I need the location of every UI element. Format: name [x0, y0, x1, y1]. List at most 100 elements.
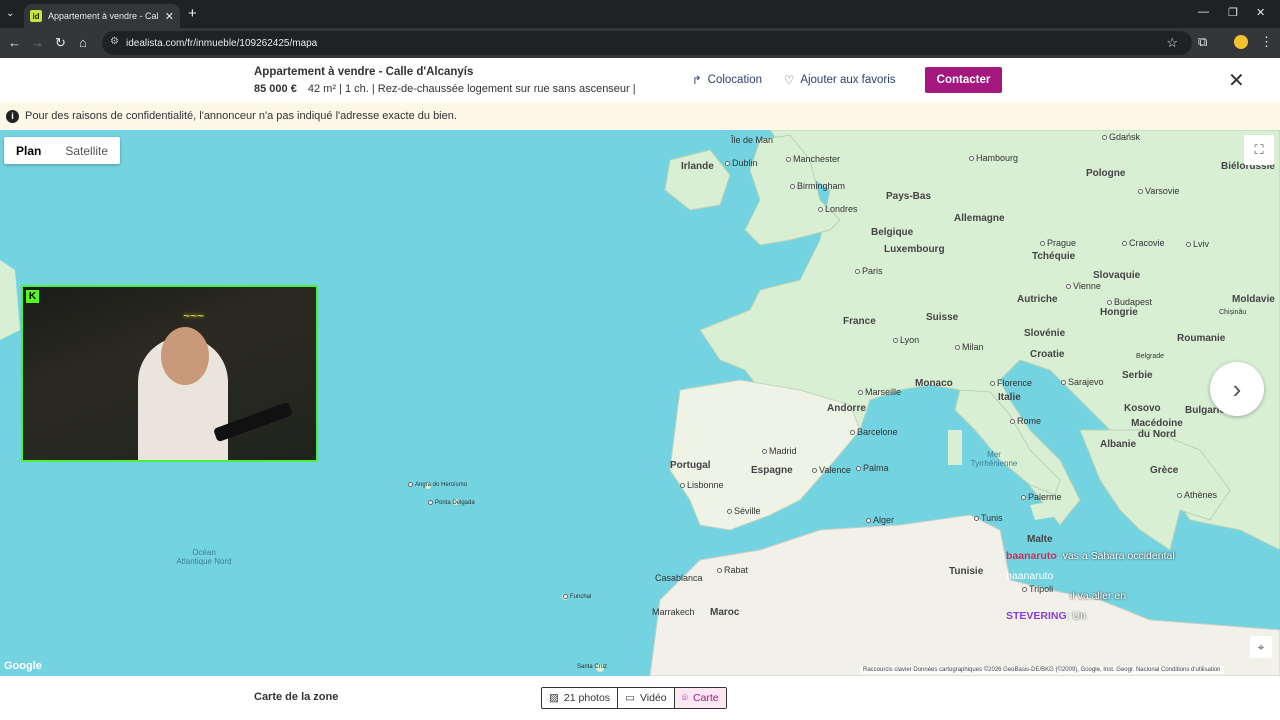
map-label: Grèce: [1150, 465, 1179, 476]
url-text: idealista.com/fr/inmueble/109262425/mapa: [126, 37, 318, 49]
info-icon: i: [6, 109, 19, 123]
map-label: Varsovie: [1138, 186, 1179, 196]
browser-tab-strip: ⌄ id Appartement à vendre - Calle d ✕ + …: [0, 0, 1280, 28]
google-logo: Google: [4, 660, 42, 672]
forward-icon[interactable]: →: [31, 35, 44, 50]
map-label: Chișinău: [1219, 309, 1247, 316]
video-button[interactable]: ▭ Vidéo: [618, 688, 675, 708]
map-label: Macédoine du Nord: [1131, 418, 1183, 440]
recenter-icon[interactable]: ⌖: [1250, 636, 1272, 658]
video-icon: ▭: [625, 692, 635, 704]
browser-tab[interactable]: id Appartement à vendre - Calle d ✕: [24, 4, 180, 28]
colocation-label: Colocation: [707, 74, 762, 86]
map-attribution: Raccourcis clavier Données cartographiqu…: [860, 666, 1224, 674]
map-label: Cracovie: [1122, 238, 1165, 248]
map-label: Belgrade: [1136, 353, 1165, 360]
map-label: Allemagne: [954, 213, 1005, 224]
extensions-icon[interactable]: ⧉: [1198, 34, 1207, 50]
kick-logo: K: [26, 290, 39, 303]
map-label: Madrid: [762, 446, 797, 456]
neon-sign: ~~~: [183, 309, 205, 323]
map-label: Angra do Heroísmo: [408, 482, 467, 488]
favicon-icon: id: [30, 10, 42, 22]
photos-button[interactable]: ▨ 21 photos: [542, 688, 619, 708]
heart-icon: ♡: [784, 75, 795, 87]
map-view[interactable]: Plan Satellite Irlande Pays-Bas Allemagn…: [0, 130, 1280, 676]
back-icon[interactable]: ←: [8, 35, 21, 50]
fullscreen-icon[interactable]: ⛶: [1244, 135, 1274, 165]
map-label: Andorre: [827, 403, 866, 414]
map-label: Marrakech: [652, 607, 695, 617]
map-label: Slovénie: [1024, 328, 1066, 339]
map-label: Tunis: [974, 513, 1003, 523]
chat-line: baanaruto: [1006, 570, 1054, 582]
minimize-icon[interactable]: —: [1198, 6, 1209, 18]
map-label: Kosovo: [1124, 403, 1161, 414]
map-label: Santa Cruz: [577, 664, 608, 670]
tab-search-icon[interactable]: ⌄: [6, 8, 14, 19]
window-close-icon[interactable]: ✕: [1256, 6, 1265, 19]
map-label: Rabat: [717, 565, 748, 575]
map-label: Hongrie: [1100, 307, 1138, 318]
chat-line: STEVERING: Un: [1006, 610, 1086, 622]
map-type-toggle: Plan Satellite: [4, 137, 121, 164]
map-label: Belgique: [871, 227, 914, 238]
map-label: Palerme: [1021, 492, 1062, 502]
notice-text: Pour des raisons de confidentialité, l'a…: [25, 110, 457, 122]
favorites-link[interactable]: ♡ Ajouter aux favoris: [784, 73, 896, 87]
map-label: Florence: [990, 378, 1032, 388]
map-label: Marseille: [858, 387, 901, 397]
map-label: Portugal: [670, 460, 711, 471]
map-label: Gdańsk: [1102, 132, 1140, 142]
map-label: Moldavie: [1232, 294, 1275, 305]
map-label: Luxembourg: [884, 244, 945, 255]
profile-avatar[interactable]: [1234, 35, 1248, 49]
map-label: Séville: [727, 506, 761, 516]
satellite-tab[interactable]: Satellite: [53, 137, 120, 164]
map-label: Casablanca: [655, 573, 703, 583]
maximize-icon[interactable]: ❐: [1228, 6, 1238, 19]
map-button[interactable]: ⌾ Carte: [674, 688, 726, 708]
map-label: Pologne: [1086, 168, 1126, 179]
tyrrhenian-label: Mer Tyrrhénienne: [970, 450, 1018, 468]
browser-toolbar: ← → ↻ ⌂ ⚙ idealista.com/fr/inmueble/1092…: [0, 28, 1280, 58]
plan-tab[interactable]: Plan: [4, 137, 53, 164]
home-icon[interactable]: ⌂: [79, 35, 87, 50]
address-bar[interactable]: ⚙ idealista.com/fr/inmueble/109262425/ma…: [102, 31, 1192, 55]
favorites-label: Ajouter aux favoris: [800, 74, 896, 86]
map-label: Dublin: [725, 158, 758, 168]
privacy-notice: i Pour des raisons de confidentialité, l…: [0, 102, 1280, 130]
streamer-webcam-overlay: K ~~~: [21, 285, 318, 462]
reload-icon[interactable]: ↻: [55, 35, 66, 51]
chat-line: baanaruto: vas a Sahara occidental: [1006, 550, 1175, 562]
tab-title: Appartement à vendre - Calle d: [48, 11, 159, 21]
map-label: Prague: [1040, 238, 1076, 248]
map-label: Espagne: [751, 465, 793, 476]
chat-line: il va aller en: [1070, 590, 1127, 602]
map-label: Manchester: [786, 154, 840, 164]
listing-specs: 42 m² | 1 ch. | Rez-de-chaussée logement…: [307, 83, 636, 95]
map-label: Barcelone: [850, 427, 898, 437]
colocation-link[interactable]: ↱ Colocation: [692, 73, 762, 87]
map-label: Italie: [998, 392, 1021, 403]
map-label: Sarajevo: [1061, 377, 1104, 387]
close-tab-icon[interactable]: ✕: [165, 10, 174, 23]
contact-button[interactable]: Contacter: [925, 67, 1002, 93]
bookmark-star-icon[interactable]: ☆: [1166, 35, 1178, 51]
stream-chat-overlay: baanaruto: vas a Sahara occidental baana…: [1006, 550, 1206, 630]
new-tab-icon[interactable]: +: [188, 5, 197, 22]
map-label: France: [843, 316, 876, 327]
map-pin-icon: ⌾: [681, 691, 688, 704]
chrome-menu-icon[interactable]: ⋮: [1260, 34, 1273, 50]
close-icon[interactable]: ✕: [1228, 68, 1245, 93]
site-info-icon[interactable]: ⚙: [110, 36, 119, 47]
listing-details: 85 000 € 42 m² | 1 ch. | Rez-de-chaussée…: [254, 83, 636, 95]
map-label: Serbie: [1122, 370, 1153, 381]
listing-header: Appartement à vendre - Calle d'Alcanyís …: [0, 58, 1280, 102]
map-label: Pays-Bas: [886, 191, 932, 202]
map-label: Hambourg: [969, 153, 1018, 163]
next-chevron-icon[interactable]: ›: [1210, 362, 1264, 416]
atlantic-label: Océan Atlantique Nord: [176, 548, 232, 566]
map-label: Monaco: [915, 378, 953, 389]
media-switcher: ▨ 21 photos ▭ Vidéo ⌾ Carte: [541, 687, 727, 709]
